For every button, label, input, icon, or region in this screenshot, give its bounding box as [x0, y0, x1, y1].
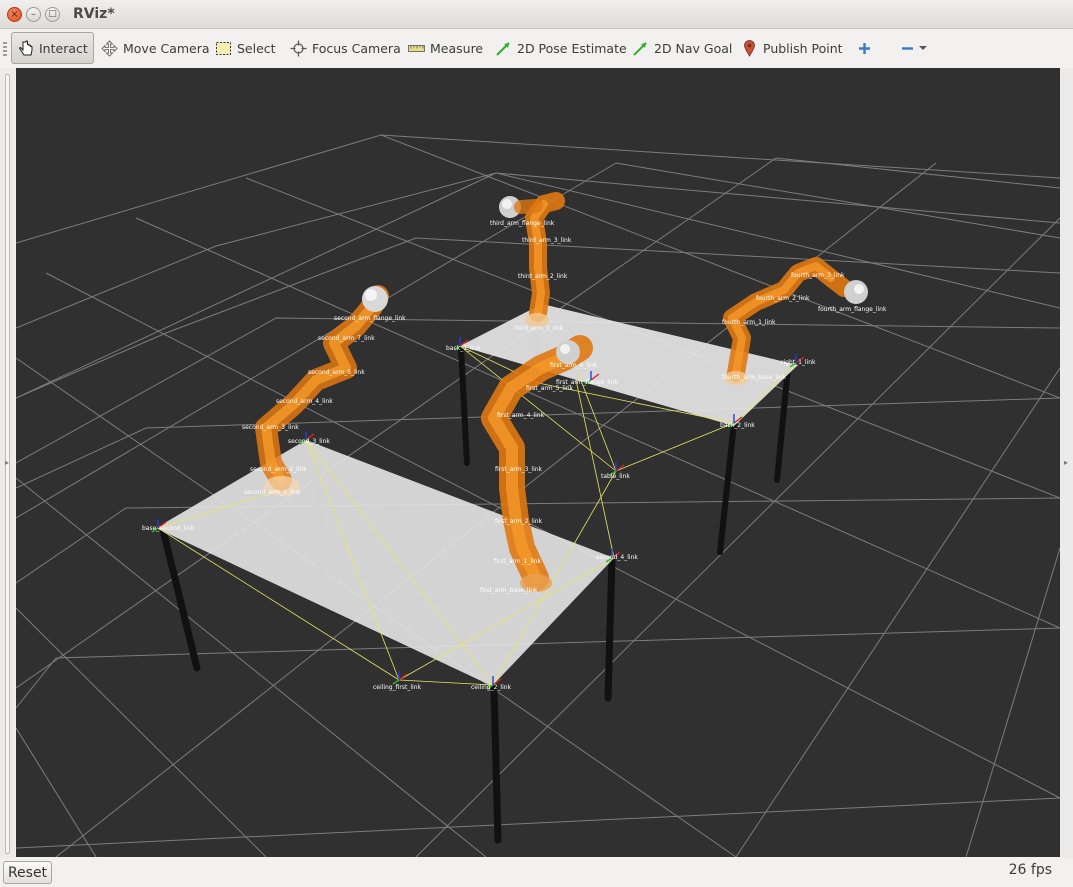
- scene-canvas[interactable]: base_second_link ceiling_first_link ceil…: [16, 68, 1060, 857]
- ruler-icon: [408, 40, 425, 57]
- frame-label: back_2_link: [720, 422, 755, 429]
- add-tool-button[interactable]: [851, 32, 878, 64]
- frame-label: first_arm_2_link: [495, 518, 543, 525]
- tool-measure-label: Measure: [430, 40, 484, 56]
- frame-label: third_arm_1_link: [514, 325, 564, 332]
- 3d-render-viewport[interactable]: base_second_link ceiling_first_link ceil…: [16, 68, 1060, 857]
- toolbar-grip-handle[interactable]: [3, 42, 7, 56]
- frame-label: first_arm_4_link: [497, 412, 545, 419]
- tool-2d-pose-estimate-label: 2D Pose Estimate: [517, 40, 627, 56]
- fps-readout: 26 fps: [1008, 862, 1052, 878]
- frame-label: first_arm_5_link: [526, 385, 574, 392]
- remove-tool-button[interactable]: [894, 32, 932, 64]
- status-bar: Reset 26 fps: [0, 858, 1073, 887]
- tool-measure[interactable]: Measure: [403, 32, 488, 64]
- frame-label: second_arm_4_link: [276, 398, 333, 405]
- frame-label: third_arm_2_link: [518, 273, 568, 280]
- green-arrow-icon: [495, 40, 512, 57]
- tool-focus-camera[interactable]: Focus Camera: [285, 32, 406, 64]
- select-box-icon: [215, 40, 232, 57]
- plus-icon: [856, 40, 873, 57]
- expand-left-icon[interactable]: ▸: [5, 458, 9, 467]
- reset-button[interactable]: Reset: [3, 861, 52, 884]
- frame-label: second_3_link: [288, 438, 330, 445]
- frame-label: right_1_link: [781, 359, 816, 366]
- tool-move-camera-label: Move Camera: [123, 40, 210, 56]
- frame-label: second_arm_3_link: [242, 424, 299, 431]
- hand-pointer-icon: [17, 39, 34, 57]
- frame-label: third_arm_3_link: [522, 237, 572, 244]
- tools-toolbar: Interact Move Camera Select Focus Camera: [0, 30, 1073, 66]
- frame-label: fourth_arm_2_link: [756, 295, 810, 302]
- maximize-window-icon[interactable]: □: [45, 7, 60, 22]
- window-title: RViz*: [73, 6, 115, 22]
- frame-label: second_arm_flange_link: [334, 315, 406, 322]
- frame-label: fourth_arm_3_link: [791, 272, 845, 279]
- frame-label: second_arm_2_link: [250, 466, 307, 473]
- frame-label: first_arm_base_link: [480, 587, 538, 594]
- tool-2d-nav-goal[interactable]: 2D Nav Goal: [627, 32, 737, 64]
- frame-label: back_1_link: [446, 345, 481, 352]
- front-table-top: [156, 440, 614, 686]
- tool-publish-point-label: Publish Point: [763, 40, 843, 56]
- rviz-window: × – □ RViz* Interact Move Camera Select: [0, 0, 1073, 887]
- tool-publish-point[interactable]: Publish Point: [736, 32, 848, 64]
- tool-interact-label: Interact: [39, 40, 88, 56]
- tool-2d-pose-estimate[interactable]: 2D Pose Estimate: [490, 32, 632, 64]
- frame-label: fourth_arm_1_link: [722, 319, 776, 326]
- frame-label: first_arm_3_link: [495, 466, 543, 473]
- tool-select[interactable]: Select: [210, 32, 281, 64]
- frame-label: table_link: [601, 473, 630, 480]
- green-arrow-icon: [632, 40, 649, 57]
- frame-label: ceiling_first_link: [373, 684, 421, 691]
- minus-icon: [899, 40, 916, 57]
- title-bar: × – □ RViz*: [0, 0, 1073, 29]
- focus-crosshair-icon: [290, 40, 307, 57]
- frame-label: second_arm_7_link: [318, 335, 375, 342]
- tool-move-camera[interactable]: Move Camera: [96, 32, 215, 64]
- frame-label: fourth_arm_flange_link: [818, 306, 887, 313]
- chevron-down-icon[interactable]: [918, 40, 927, 57]
- map-pin-icon: [741, 39, 758, 57]
- close-window-icon[interactable]: ×: [7, 7, 22, 22]
- tool-focus-camera-label: Focus Camera: [312, 40, 401, 56]
- frame-label: first_arm_1_link: [494, 558, 542, 565]
- frame-label: third_arm_flange_link: [490, 220, 555, 227]
- third-arm-robot: [499, 192, 565, 327]
- tool-2d-nav-goal-label: 2D Nav Goal: [654, 40, 733, 56]
- frame-label: first_arm_6_link: [550, 362, 598, 369]
- frame-label: fourth_arm_base_link: [722, 374, 787, 381]
- tool-select-label: Select: [237, 40, 276, 56]
- frame-label: second_4_link: [596, 554, 638, 561]
- frame-label: second_arm_5_link: [308, 369, 365, 376]
- expand-right-icon[interactable]: ▸: [1064, 458, 1068, 467]
- frame-label: first_arm_flange_link: [556, 379, 619, 386]
- left-dock-handle[interactable]: ▸: [0, 68, 15, 858]
- tool-interact[interactable]: Interact: [11, 32, 94, 64]
- right-dock-handle[interactable]: ▸: [1060, 68, 1073, 858]
- move-arrows-icon: [101, 39, 118, 57]
- frame-label: ceiling_2_link: [471, 684, 512, 691]
- frame-label: base_second_link: [142, 525, 195, 532]
- minimize-window-icon[interactable]: –: [26, 7, 41, 22]
